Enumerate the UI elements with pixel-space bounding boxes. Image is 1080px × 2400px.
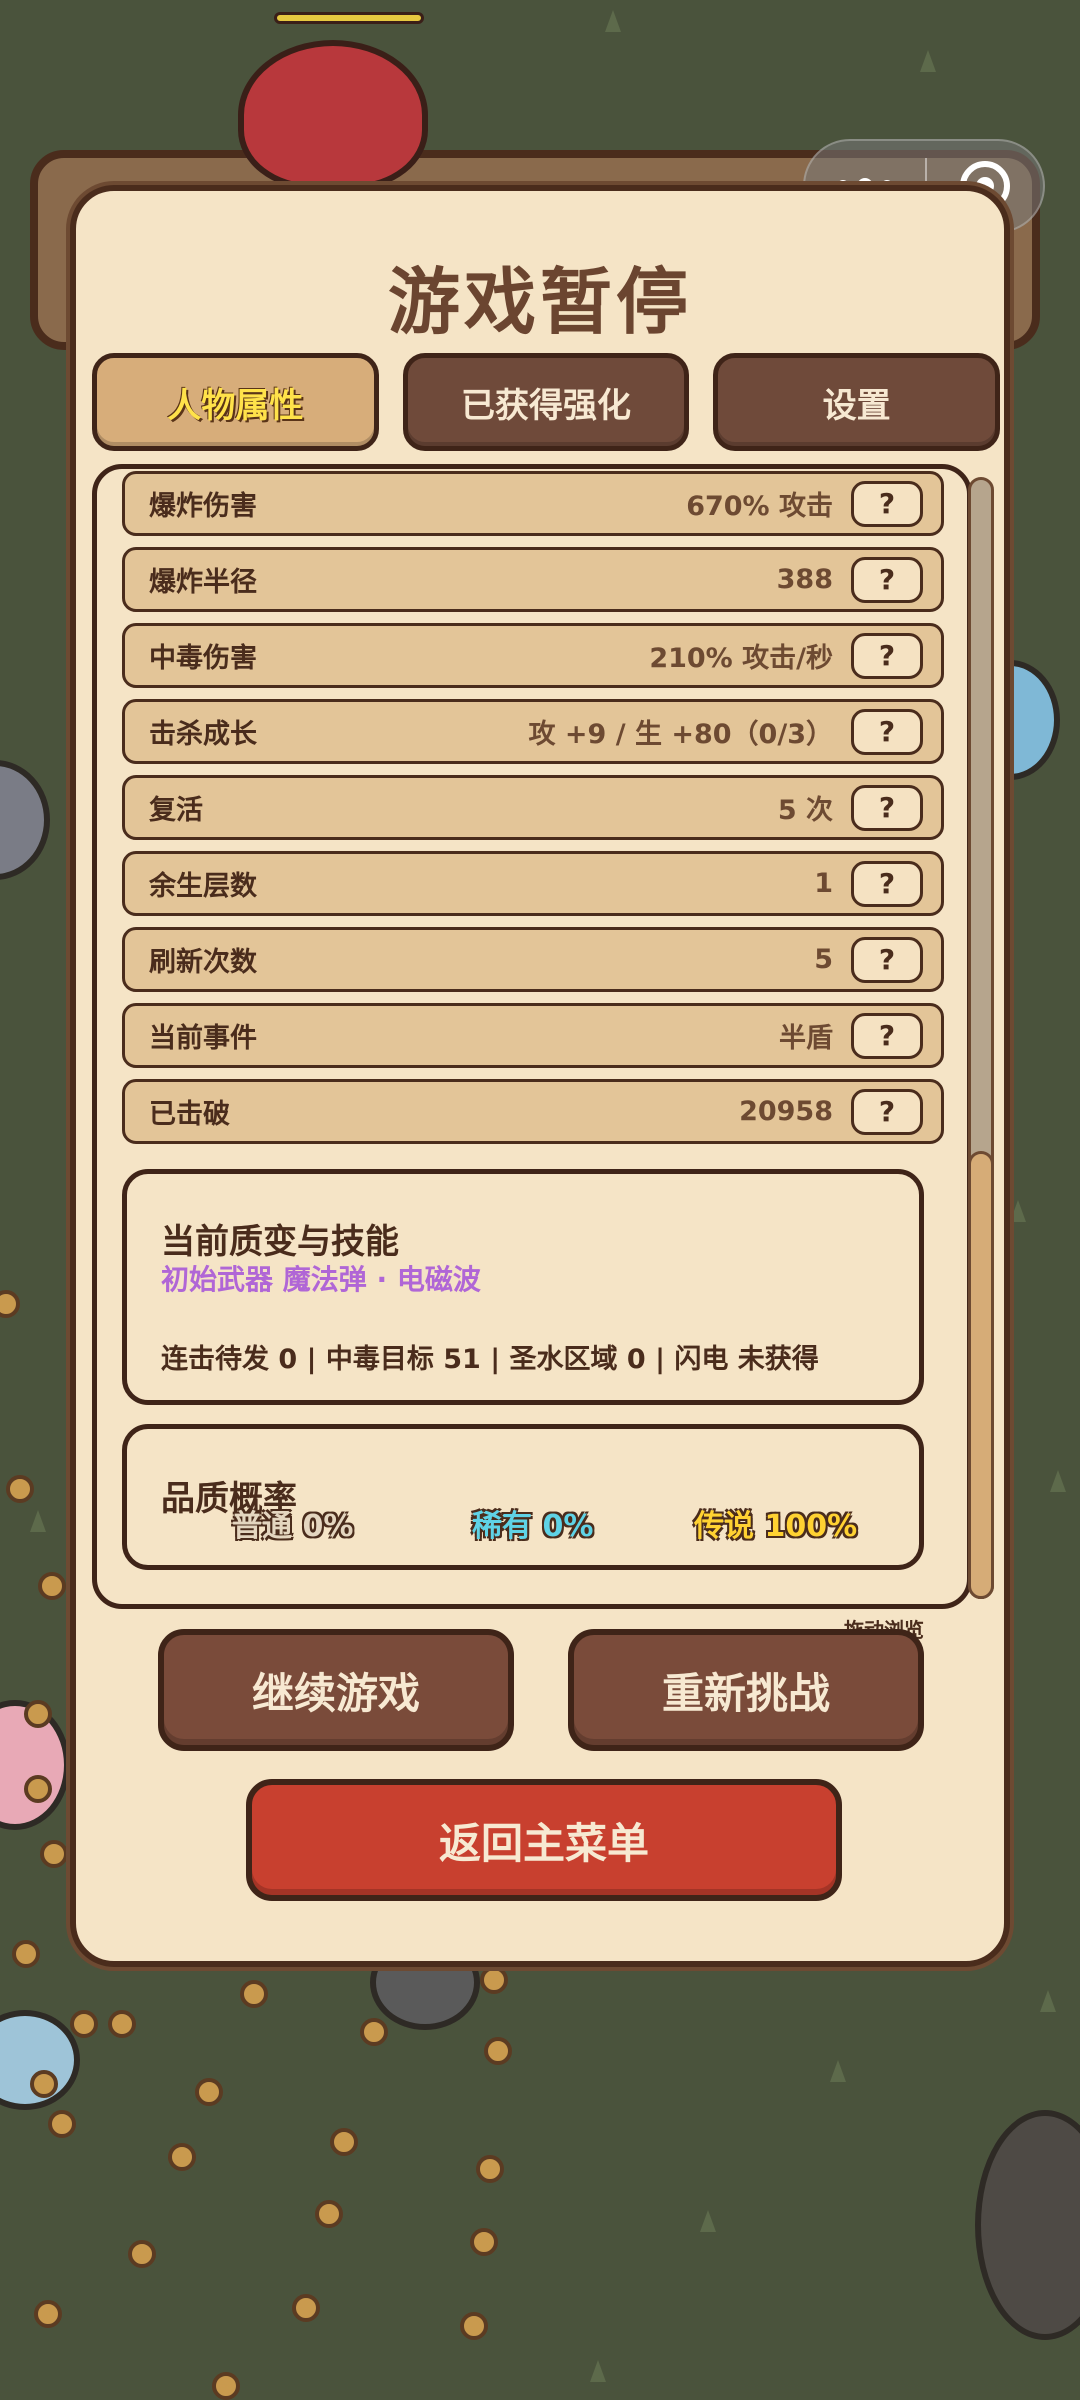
rate-legendary: 传说 100% <box>694 1509 858 1544</box>
skills-card: 当前质变与技能 初始武器 魔法弹 · 电磁波 连击待发 0 | 中毒目标 51 … <box>122 1169 924 1405</box>
help-button[interactable]: ? <box>851 632 923 679</box>
stat-row-explosion-damage: 爆炸伤害 670% 攻击 ? <box>122 471 944 536</box>
help-button[interactable]: ? <box>851 1012 923 1059</box>
stat-value: 670% 攻击 <box>686 491 833 522</box>
retry-button[interactable]: 重新挑战 <box>568 1629 924 1751</box>
continue-button[interactable]: 继续游戏 <box>158 1629 514 1751</box>
dialog-title: 游戏暂停 <box>387 260 692 344</box>
stat-label: 爆炸半径 <box>149 567 257 598</box>
help-button[interactable]: ? <box>851 936 923 983</box>
rate-rare: 稀有 0% <box>472 1509 594 1544</box>
stat-row-poison-damage: 中毒伤害 210% 攻击/秒 ? <box>122 623 944 688</box>
stat-row-current-event: 当前事件 半盾 ? <box>122 1003 944 1068</box>
stat-value: 20958 <box>739 1096 833 1127</box>
tab-bar: 人物属性 已获得强化 设置 <box>92 353 1001 451</box>
stat-value: 半盾 <box>779 1023 833 1054</box>
stat-label: 余生层数 <box>149 871 257 902</box>
stat-value: 388 <box>776 564 833 595</box>
stat-label: 复活 <box>149 795 203 826</box>
stat-value: 5 次 <box>777 795 833 826</box>
stat-label: 击杀成长 <box>149 719 257 750</box>
stat-label: 中毒伤害 <box>149 643 257 674</box>
quality-card: 品质概率 普通 0% 稀有 0% 传说 100% <box>122 1424 924 1570</box>
stat-label: 已击破 <box>149 1099 230 1130</box>
help-button[interactable]: ? <box>851 860 923 907</box>
stat-value: 1 <box>814 868 833 899</box>
stat-label: 刷新次数 <box>149 947 257 978</box>
stat-row-refresh-count: 刷新次数 5 ? <box>122 927 944 992</box>
stat-value: 5 <box>814 944 833 975</box>
help-button[interactable]: ? <box>851 784 923 831</box>
tab-settings[interactable]: 设置 <box>713 353 1001 451</box>
help-button[interactable]: ? <box>851 708 923 755</box>
stat-label: 爆炸伤害 <box>149 491 257 522</box>
stat-row-kills: 已击破 20958 ? <box>122 1079 944 1144</box>
rate-common: 普通 0% <box>232 1509 354 1544</box>
skills-subtitle: 初始武器 魔法弹 · 电磁波 <box>161 1263 481 1296</box>
enemy-sprite <box>0 760 50 880</box>
tab-character-stats[interactable]: 人物属性 <box>92 353 379 451</box>
stat-value: 攻 +9 / 生 +80（0/3） <box>528 719 833 750</box>
help-button[interactable]: ? <box>851 480 923 527</box>
stat-row-remaining-layers: 余生层数 1 ? <box>122 851 944 916</box>
help-button[interactable]: ? <box>851 556 923 603</box>
skills-title: 当前质变与技能 <box>161 1222 399 1262</box>
main-menu-button[interactable]: 返回主菜单 <box>246 1779 842 1901</box>
scrollbar-thumb[interactable] <box>968 1151 994 1599</box>
pause-dialog: 游戏暂停 人物属性 已获得强化 设置 爆炸伤害 670% 攻击 ? 爆炸半径 3… <box>70 185 1010 1967</box>
enemy-sprite <box>238 12 428 190</box>
stat-row-kill-growth: 击杀成长 攻 +9 / 生 +80（0/3） ? <box>122 699 944 764</box>
stat-value: 210% 攻击/秒 <box>649 643 833 674</box>
enemy-hp-bar <box>274 12 424 24</box>
skills-detail: 连击待发 0 | 中毒目标 51 | 圣水区域 0 | 闪电 未获得 <box>161 1344 819 1375</box>
stat-row-revive: 复活 5 次 ? <box>122 775 944 840</box>
stat-label: 当前事件 <box>149 1023 257 1054</box>
enemy-sprite <box>975 2110 1080 2340</box>
tab-upgrades[interactable]: 已获得强化 <box>402 353 690 451</box>
stat-row-explosion-radius: 爆炸半径 388 ? <box>122 547 944 612</box>
help-button[interactable]: ? <box>851 1088 923 1135</box>
